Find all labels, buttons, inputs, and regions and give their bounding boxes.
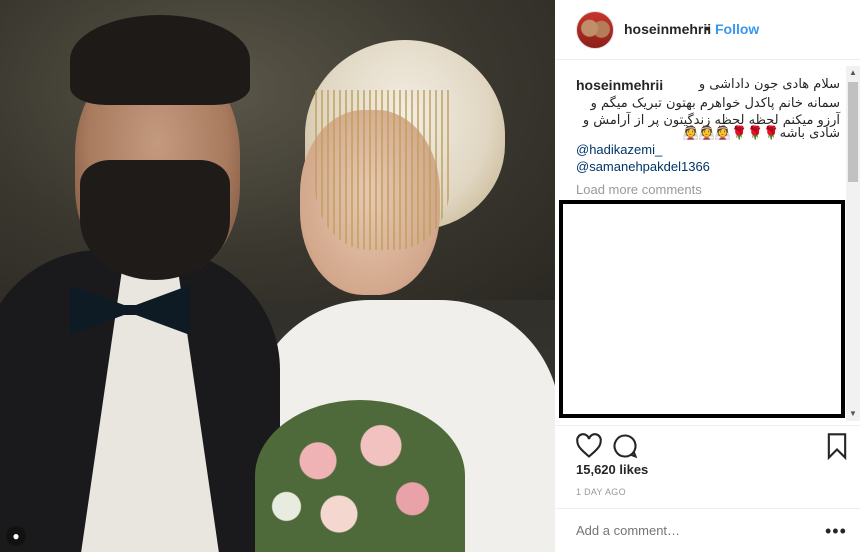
- more-options-icon[interactable]: •••: [825, 521, 847, 542]
- mention-link[interactable]: @hadikazemi_: [576, 142, 662, 157]
- author-avatar[interactable]: [576, 11, 614, 49]
- load-more-comments-button[interactable]: Load more comments: [576, 182, 702, 197]
- scroll-down-icon[interactable]: ▼: [846, 407, 860, 421]
- post-header: hoseinmehrii • Follow: [555, 0, 860, 60]
- mention-link[interactable]: @samanehpakdel1366: [576, 159, 710, 174]
- add-comment-input[interactable]: [576, 523, 796, 538]
- post-photo[interactable]: ●: [0, 0, 555, 552]
- caption-line: شادی باشه🌹🌹🌹👰👰👰: [682, 126, 840, 141]
- follow-button[interactable]: Follow: [715, 21, 759, 37]
- groom-hair: [70, 15, 250, 105]
- caption-line: سمانه خانم پاکدل خواهرم بهتون تبریک میگم…: [590, 96, 840, 111]
- author-username[interactable]: hoseinmehrii: [624, 21, 711, 37]
- comment-icon[interactable]: [611, 432, 639, 460]
- header-separator: •: [705, 20, 710, 36]
- headpiece-fringe: [315, 90, 450, 250]
- post-timestamp[interactable]: 1 DAY AGO: [576, 487, 626, 497]
- add-comment-bar: •••: [555, 508, 860, 552]
- scroll-up-icon[interactable]: ▲: [846, 66, 860, 80]
- comments-scrollbar[interactable]: ▲ ▼: [846, 66, 860, 421]
- comments-section: hoseinmehrii سلام هادی جون داداشی و سمان…: [555, 60, 860, 425]
- flower-bouquet: [255, 400, 465, 552]
- groom-beard: [80, 160, 230, 280]
- redacted-comments-box: [559, 200, 845, 418]
- post-side-panel: hoseinmehrii • Follow hoseinmehrii سلام …: [555, 0, 860, 552]
- caption-username[interactable]: hoseinmehrii: [576, 77, 663, 93]
- heart-icon[interactable]: [575, 432, 603, 460]
- tagged-user-icon[interactable]: ●: [6, 526, 26, 546]
- likes-count[interactable]: 15,620 likes: [576, 462, 648, 477]
- caption-line: سلام هادی جون داداشی و: [698, 77, 840, 92]
- scroll-thumb[interactable]: [848, 82, 858, 182]
- post-actions: [555, 425, 860, 465]
- bookmark-icon[interactable]: [823, 432, 851, 460]
